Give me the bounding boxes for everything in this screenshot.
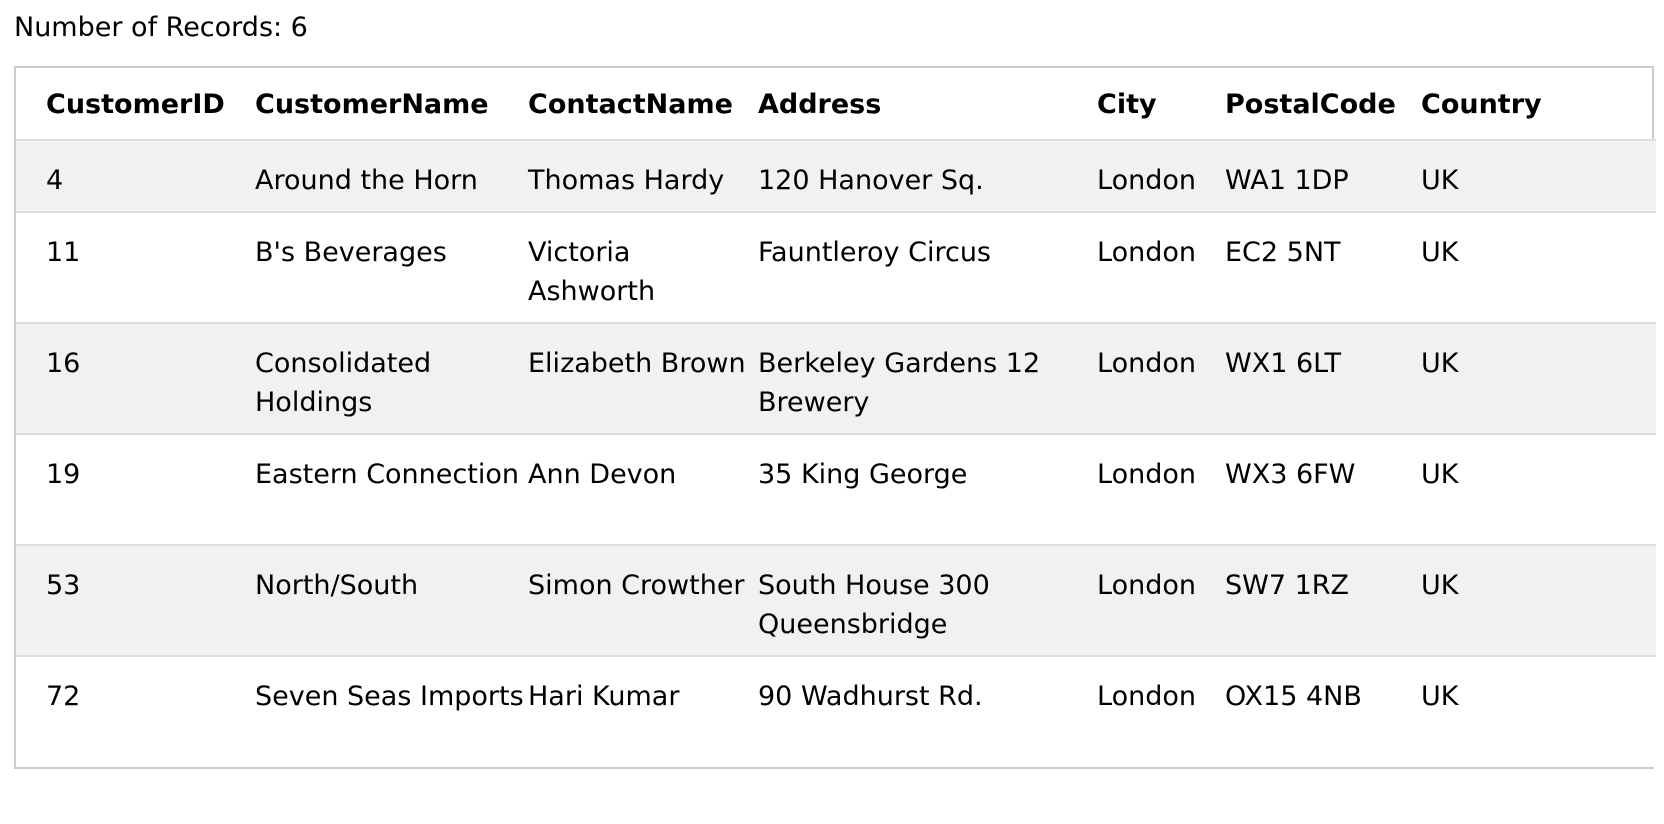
- table-header-row: CustomerID CustomerName ContactName Addr…: [16, 68, 1656, 140]
- cell-customer-id: 11: [46, 237, 81, 268]
- cell-city: London: [1097, 459, 1196, 490]
- cell-address: 90 Wadhurst Rd.: [758, 681, 983, 712]
- cell-customer-id: 4: [46, 165, 64, 196]
- header-city: City: [1097, 89, 1157, 120]
- header-postal-code: PostalCode: [1225, 89, 1396, 120]
- records-count: Number of Records: 6: [14, 12, 308, 43]
- header-customer-name: CustomerName: [255, 89, 489, 120]
- cell-postal-code: OX15 4NB: [1225, 681, 1362, 712]
- cell-customer-id: 53: [46, 570, 81, 601]
- cell-country: UK: [1421, 459, 1459, 490]
- cell-customer-id: 72: [46, 681, 81, 712]
- cell-country: UK: [1421, 570, 1459, 601]
- cell-customer-name: Consolidated Holdings: [255, 348, 432, 418]
- cell-customer-id: 19: [46, 459, 81, 490]
- cell-contact-name: Ann Devon: [528, 459, 677, 490]
- cell-country: UK: [1421, 237, 1459, 268]
- header-contact-name: ContactName: [528, 89, 733, 120]
- cell-city: London: [1097, 681, 1196, 712]
- cell-country: UK: [1421, 348, 1459, 379]
- cell-customer-name: B's Beverages: [255, 237, 447, 268]
- cell-address: Fauntleroy Circus: [758, 237, 991, 268]
- cell-contact-name: Thomas Hardy: [528, 165, 725, 196]
- cell-contact-name: Simon Crowther: [528, 570, 745, 601]
- header-country: Country: [1421, 89, 1542, 120]
- cell-customer-name: Around the Horn: [255, 165, 478, 196]
- cell-postal-code: EC2 5NT: [1225, 237, 1341, 268]
- customers-table-container: CustomerID CustomerName ContactName Addr…: [14, 66, 1656, 769]
- cell-address: 35 King George: [758, 459, 968, 490]
- cell-postal-code: WX3 6FW: [1225, 459, 1356, 490]
- cell-city: London: [1097, 348, 1196, 379]
- cell-city: London: [1097, 570, 1196, 601]
- cell-customer-name: Seven Seas Imports: [255, 681, 524, 712]
- table-row: 19 Eastern Connection Ann Devon 35 King …: [16, 434, 1656, 545]
- cell-customer-id: 16: [46, 348, 81, 379]
- cell-country: UK: [1421, 681, 1459, 712]
- cell-postal-code: WX1 6LT: [1225, 348, 1341, 379]
- table-row: 11 B's Beverages Victoria Ashworth Faunt…: [16, 212, 1656, 323]
- cell-postal-code: WA1 1DP: [1225, 165, 1349, 196]
- table-row: 4 Around the Horn Thomas Hardy 120 Hanov…: [16, 140, 1656, 212]
- cell-address: Berkeley Gardens 12 Brewery: [758, 348, 1041, 418]
- cell-contact-name: Victoria Ashworth: [528, 237, 656, 307]
- cell-contact-name: Elizabeth Brown: [528, 348, 746, 379]
- cell-contact-name: Hari Kumar: [528, 681, 680, 712]
- table-row: 72 Seven Seas Imports Hari Kumar 90 Wadh…: [16, 656, 1656, 767]
- cell-address: 120 Hanover Sq.: [758, 165, 984, 196]
- header-address: Address: [758, 89, 882, 120]
- cell-country: UK: [1421, 165, 1459, 196]
- header-customer-id: CustomerID: [46, 89, 225, 120]
- cell-city: London: [1097, 165, 1196, 196]
- cell-customer-name: North/South: [255, 570, 419, 601]
- table-row: 53 North/South Simon Crowther South Hous…: [16, 545, 1656, 656]
- cell-customer-name: Eastern Connection: [255, 459, 519, 490]
- cell-postal-code: SW7 1RZ: [1225, 570, 1350, 601]
- table-row: 16 Consolidated Holdings Elizabeth Brown…: [16, 323, 1656, 434]
- cell-city: London: [1097, 237, 1196, 268]
- customers-table: CustomerID CustomerName ContactName Addr…: [16, 68, 1656, 767]
- cell-address: South House 300 Queensbridge: [758, 570, 990, 640]
